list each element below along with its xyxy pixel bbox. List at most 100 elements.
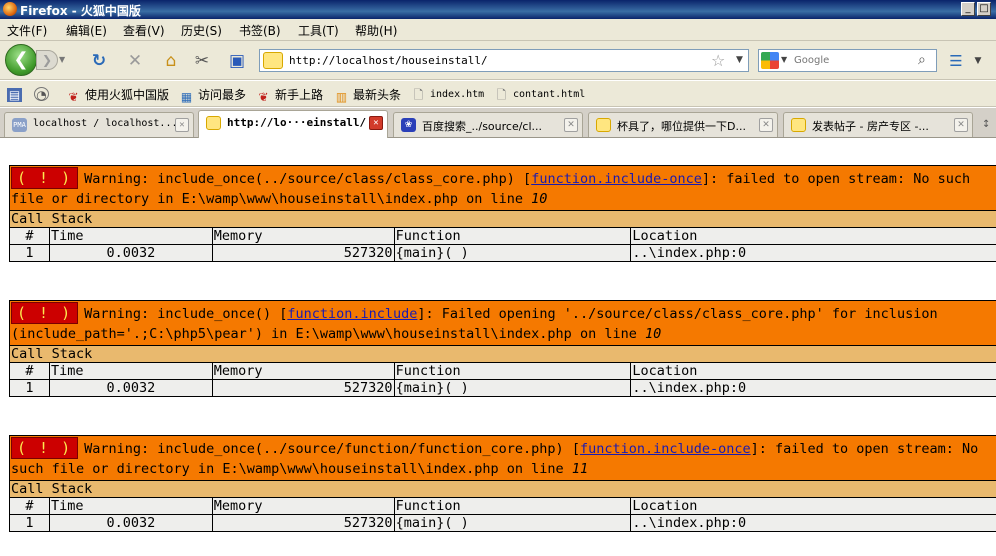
close-tab-icon[interactable]: ✕ — [759, 118, 773, 132]
google-engine-icon[interactable] — [761, 52, 779, 69]
col-header: # — [9, 227, 50, 245]
tab-houseinstall[interactable]: http://lo···einstall/ ✕ — [198, 110, 388, 138]
php-manual-link[interactable]: function.include-once — [580, 441, 751, 457]
title-bar: Firefox - 火狐中国版 _ □ — [0, 0, 996, 19]
site-identity-icon[interactable] — [263, 52, 283, 69]
bookmark-star-icon[interactable]: ☆ — [711, 51, 725, 70]
cut-icon[interactable]: ✂ — [191, 50, 213, 72]
close-tab-icon[interactable]: ✕ — [369, 116, 383, 130]
search-input[interactable] — [794, 52, 914, 69]
line-number: 11 — [571, 461, 589, 477]
menu-view[interactable]: 查看(V) — [123, 22, 165, 39]
stack-function: {main}( ) — [393, 514, 632, 532]
col-header: Function — [393, 497, 632, 515]
php-manual-link[interactable]: function.include-once — [531, 171, 702, 187]
maximize-button[interactable]: □ — [977, 2, 991, 16]
bookmark-item[interactable]: ❦ 新手上路 — [256, 86, 323, 104]
search-bar[interactable]: ▼ ⌕ — [758, 49, 937, 72]
bookmark-menu-icon[interactable]: ▤ — [7, 86, 26, 102]
bookmark-item[interactable]: ❦ 使用火狐中国版 — [66, 86, 169, 104]
col-header: Memory — [211, 497, 395, 515]
site-icon — [206, 116, 221, 130]
menu-bar: 文件(F) 编辑(E) 查看(V) 历史(S) 书签(B) 工具(T) 帮助(H… — [0, 19, 996, 41]
firefox-china-icon: ❦ — [68, 90, 79, 104]
url-dropdown-icon[interactable]: ▼ — [736, 55, 743, 65]
col-header: Location — [630, 497, 996, 515]
history-dropdown-icon[interactable]: ▼ — [59, 55, 65, 64]
table-row: 1 0.0032 527320 {main}( ) ..\index.php:0 — [9, 244, 996, 262]
stack-index: 1 — [9, 244, 50, 262]
stack-time: 0.0032 — [48, 514, 213, 532]
menu-tools[interactable]: 工具(T) — [298, 22, 339, 39]
stack-location: ..\index.php:0 — [630, 514, 996, 532]
line-number: 10 — [531, 191, 548, 207]
xdebug-error-table: ( ! ) Warning: include_once() [function.i… — [9, 300, 996, 397]
tab-baidu[interactable]: ❀ 百度搜索_../source/cl... ✕ — [393, 112, 583, 137]
home-icon[interactable]: ⌂ — [160, 50, 182, 72]
menu-history[interactable]: 历史(S) — [181, 22, 222, 39]
col-header: Time — [48, 362, 213, 380]
page-icon: 🗋 — [496, 88, 507, 102]
menu-help[interactable]: 帮助(H) — [355, 22, 397, 39]
addon-icon[interactable]: ▣ — [226, 50, 248, 72]
recent-bookmarks-icon[interactable]: ◔ — [34, 86, 53, 102]
tab-forum-thread[interactable]: 杯具了，哪位提供一下D... ✕ — [588, 112, 778, 137]
menu-edit[interactable]: 编辑(E) — [66, 22, 107, 39]
tab-list-icon[interactable]: ↕ — [982, 119, 990, 130]
menu-bookmarks[interactable]: 书签(B) — [239, 22, 281, 39]
extension-dropdown-icon[interactable]: ▼ — [967, 50, 989, 72]
col-header: Memory — [211, 362, 395, 380]
forward-button[interactable]: ❯ — [36, 50, 58, 70]
table-row: 1 0.0032 527320 {main}( ) ..\index.php:0 — [9, 514, 996, 532]
firefox-china-icon: ❦ — [258, 90, 269, 104]
tab-post[interactable]: 发表帖子 - 房产专区 -... ✕ — [783, 112, 973, 137]
phpmyadmin-icon: PMA — [12, 118, 27, 132]
col-header: Time — [48, 227, 213, 245]
error-badge: ( ! ) — [11, 302, 79, 324]
menu-file[interactable]: 文件(F) — [7, 22, 47, 39]
engine-dropdown-icon[interactable]: ▼ — [781, 55, 787, 64]
col-header: Location — [630, 227, 996, 245]
minimize-button[interactable]: _ — [961, 2, 975, 16]
tab-phpmyadmin[interactable]: PMA localhost / localhost... ✕ — [4, 112, 194, 137]
site-icon — [791, 118, 806, 132]
bookmark-item[interactable]: ▦ 访问最多 — [179, 86, 246, 104]
url-bar[interactable]: http://localhost/houseinstall/ ☆ ▼ — [259, 49, 749, 72]
col-header: Function — [393, 362, 632, 380]
call-stack-title: Call Stack — [9, 345, 996, 363]
error-message: ( ! ) Warning: include_once() [function.i… — [9, 300, 996, 346]
close-tab-icon[interactable]: ✕ — [564, 118, 578, 132]
col-header: # — [9, 497, 50, 515]
close-tab-icon[interactable]: ✕ — [954, 118, 968, 132]
stack-index: 1 — [9, 379, 50, 397]
navigation-toolbar: ❮ ❯ ▼ ↻ ✕ ⌂ ✂ ▣ http://localhost/housein… — [0, 41, 996, 80]
bookmark-item[interactable]: 🗋 contant.html — [494, 88, 586, 102]
error-message: ( ! ) Warning: include_once(../source/fun… — [9, 435, 996, 481]
url-text[interactable]: http://localhost/houseinstall/ — [289, 54, 488, 67]
stack-time: 0.0032 — [48, 379, 213, 397]
back-button[interactable]: ❮ — [5, 44, 37, 76]
site-icon — [596, 118, 611, 132]
xdebug-error-table: ( ! ) Warning: include_once(../source/cla… — [9, 165, 996, 262]
col-header: Location — [630, 362, 996, 380]
extension-icon[interactable]: ☰ — [945, 50, 967, 72]
col-header: Time — [48, 497, 213, 515]
stop-icon[interactable]: ✕ — [124, 50, 146, 72]
stack-location: ..\index.php:0 — [630, 244, 996, 262]
bookmarks-toolbar: ▤ ◔ ❦ 使用火狐中国版 ▦ 访问最多 ❦ 新手上路 ▥ 最新头条 🗋 index.ht… — [0, 81, 996, 107]
stack-memory: 527320 — [211, 514, 395, 532]
col-header: Function — [393, 227, 632, 245]
close-tab-icon[interactable]: ✕ — [175, 118, 189, 132]
error-badge: ( ! ) — [11, 437, 79, 459]
bookmark-item[interactable]: ▥ 最新头条 — [334, 86, 401, 104]
reload-icon[interactable]: ↻ — [88, 50, 110, 72]
bookmark-item[interactable]: 🗋 index.htm — [411, 88, 485, 102]
firefox-icon — [3, 2, 17, 16]
line-number: 10 — [644, 326, 662, 342]
php-manual-link[interactable]: function.include — [287, 306, 417, 322]
stack-function: {main}( ) — [393, 379, 632, 397]
window-title: Firefox - 火狐中国版 — [20, 4, 141, 18]
search-icon[interactable]: ⌕ — [918, 52, 926, 68]
col-header: # — [9, 362, 50, 380]
stack-location: ..\index.php:0 — [630, 379, 996, 397]
